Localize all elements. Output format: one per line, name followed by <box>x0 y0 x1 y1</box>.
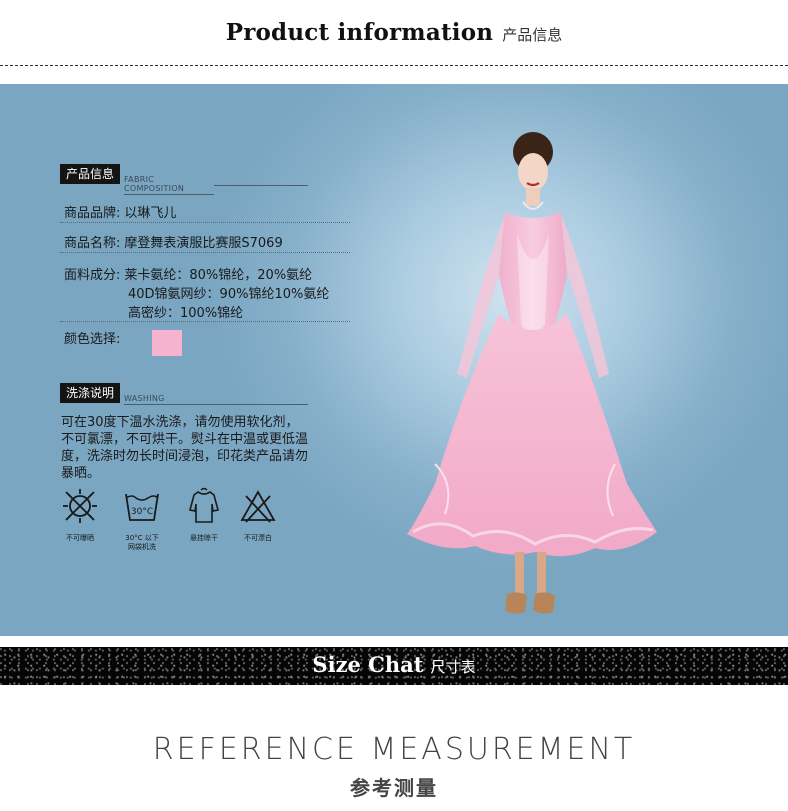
hang-dry-label: 悬挂晾干 <box>190 534 218 542</box>
tag-underline <box>214 185 308 186</box>
washing-tag: 洗涤说明 <box>60 383 121 403</box>
fabric-label: 面料成分: <box>64 268 121 283</box>
tag-underline <box>164 404 308 405</box>
wash-temp-text: 30°C <box>131 507 153 517</box>
product-info-tag: 产品信息 <box>60 164 121 184</box>
washing-subtitle: WASHING <box>124 394 165 405</box>
color-swatch-pink[interactable] <box>152 330 182 356</box>
name-label: 商品名称: <box>64 236 121 251</box>
brand-row: 商品品牌: 以琳飞儿 <box>64 202 176 221</box>
fabric-line-2: 40D锦氨网纱：90%锦纶10%氨纶 <box>128 287 330 302</box>
no-bleach-label: 不可漂白 <box>244 534 272 542</box>
size-chart-banner: Size Chat 尺寸表 <box>0 647 788 685</box>
fabric-composition-subtitle: FABRIC COMPOSITION <box>124 175 214 195</box>
fabric-line-3: 高密纱：100%锦纶 <box>128 306 244 321</box>
header-title-cn: 产品信息 <box>502 26 563 44</box>
header-title-en: Product information <box>225 19 494 46</box>
color-label: 颜色选择: <box>64 332 121 347</box>
product-info-header: Product information 产品信息 <box>0 0 788 66</box>
fabric-row: 面料成分: 莱卡氨纶：80%锦纶，20%氨纶 <box>64 264 312 283</box>
product-detail-page: Product information 产品信息 产品信息 FABRIC COM… <box>0 0 788 811</box>
size-chart-title-cn: 尺寸表 <box>430 658 476 676</box>
name-row: 商品名称: 摩登舞表演服比赛服S7069 <box>64 232 283 251</box>
wash-30c-icon: 30°C <box>122 486 162 526</box>
name-value: 摩登舞表演服比赛服S7069 <box>124 236 283 251</box>
reference-measurement-subtitle: 参考测量 <box>350 776 438 800</box>
header-title: Product information 产品信息 <box>0 19 788 46</box>
no-sun-drying-label: 不可曝晒 <box>66 534 94 542</box>
brand-value: 以琳飞儿 <box>124 206 177 221</box>
washing-instructions: 可在30度下温水洗涤，请勿使用软化剂，不可氯漂，不可烘干。熨斗在中温或更低温度，… <box>61 415 309 481</box>
separator <box>60 321 350 322</box>
color-row: 颜色选择: <box>64 328 124 347</box>
size-chart-title-en: Size Chat <box>312 652 424 677</box>
product-photo-panel: 产品信息 FABRIC COMPOSITION 商品品牌: 以琳飞儿 商品名称: 摩… <box>0 84 788 636</box>
fabric-line-1: 莱卡氨纶：80%锦纶，20%氨纶 <box>124 268 313 283</box>
brand-label: 商品品牌: <box>64 206 121 221</box>
reference-measurement-title: REFERENCE MEASUREMENT <box>152 732 636 767</box>
separator <box>60 222 350 223</box>
wash-30c-label: 30°C 以下 网袋机洗 <box>125 534 159 551</box>
separator <box>60 252 350 253</box>
hang-dry-icon <box>184 486 224 526</box>
size-chart-title: Size Chat 尺寸表 <box>0 652 788 677</box>
no-bleach-icon <box>238 486 278 526</box>
dress-model-image <box>395 84 665 636</box>
header-divider <box>0 65 788 66</box>
no-sun-drying-icon <box>60 486 100 526</box>
